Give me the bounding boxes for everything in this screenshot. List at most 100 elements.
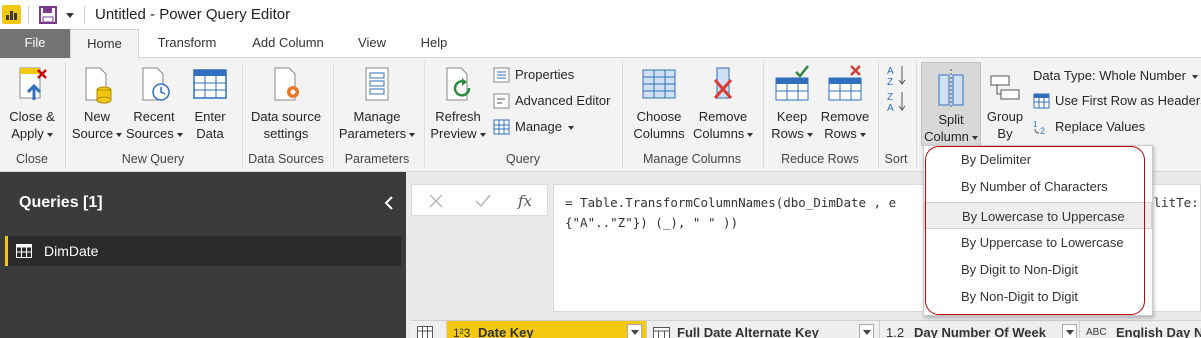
column-name: Full Date Alternate Key — [677, 325, 819, 338]
tab-transform[interactable]: Transform — [145, 29, 229, 58]
menu-item-by-number-of-characters[interactable]: By Number of Characters — [924, 173, 1152, 200]
keep-rows-button[interactable]: Keep Rows — [768, 58, 816, 150]
remove-rows-button[interactable]: Remove Rows — [818, 58, 872, 150]
group-by-label-2: By — [997, 126, 1013, 141]
group-by-icon — [990, 75, 1020, 100]
function-fx-icon[interactable]: fx — [516, 190, 536, 212]
choose-columns-button[interactable]: Choose Columns — [627, 58, 691, 150]
data-source-settings-button[interactable]: Data source settings — [247, 58, 325, 150]
column-filter-dropdown[interactable] — [859, 324, 874, 338]
keep-rows-label-2: Rows — [771, 126, 804, 141]
svg-text:A: A — [887, 103, 894, 112]
cancel-x-icon[interactable] — [428, 193, 444, 209]
menu-item-by-digit-to-non-digit[interactable]: By Digit to Non-Digit — [924, 256, 1152, 283]
menu-item-by-uppercase-to-lowercase[interactable]: By Uppercase to Lowercase — [924, 229, 1152, 256]
data-type-dropdown[interactable]: Data Type: Whole Number — [1033, 66, 1198, 86]
enter-data-button[interactable]: Enter Data — [186, 58, 234, 150]
column-header-date-key[interactable]: 1²3 Date Key — [447, 321, 647, 338]
choose-columns-label: Choose — [636, 109, 682, 124]
new-source-label-2: Source — [71, 126, 114, 141]
split-column-label-2: Column — [924, 129, 969, 144]
use-first-row-headers-button[interactable]: Use First Row as Headers — [1033, 91, 1201, 111]
manage-parameters-label-2: Parameters — [338, 126, 407, 141]
formula-line-1: = Table.TransformColumnNames(dbo_DimDate… — [565, 195, 897, 210]
close-apply-label-2: Apply — [11, 126, 44, 141]
group-label-data-sources: Data Sources — [248, 152, 324, 166]
tab-help[interactable]: Help — [410, 29, 458, 58]
type-text-icon: ABC — [1086, 327, 1107, 338]
remove-columns-label: Remove — [698, 109, 748, 124]
quick-access-dropdown-icon[interactable] — [65, 12, 75, 20]
table-header-icon — [1033, 93, 1050, 109]
column-name: English Day N — [1116, 325, 1201, 338]
remove-rows-label-2: Rows — [824, 126, 857, 141]
formula-text[interactable]: = Table.TransformColumnNames(dbo_DimDate… — [565, 193, 896, 233]
svg-text:2: 2 — [1040, 126, 1045, 135]
remove-columns-icon — [713, 67, 733, 99]
manage-parameters-label: Manage — [353, 109, 401, 124]
type-date-icon — [653, 327, 670, 338]
group-separator — [333, 62, 334, 168]
new-source-button[interactable]: New Source — [70, 58, 124, 150]
new-source-label: New — [83, 109, 110, 124]
group-label-manage-columns: Manage Columns — [643, 152, 741, 166]
type-decimal-icon: 1.2 — [886, 325, 905, 338]
save-icon[interactable] — [38, 5, 58, 25]
column-header-full-date-alternate-key[interactable]: Full Date Alternate Key — [647, 321, 880, 338]
tab-view[interactable]: View — [348, 29, 396, 58]
column-header-bar: 1²3 Date Key Full Date Alternate Key 1.2… — [411, 320, 1201, 338]
properties-icon — [493, 67, 510, 83]
remove-rows-icon — [828, 65, 862, 101]
menu-item-by-non-digit-to-digit[interactable]: By Non-Digit to Digit — [924, 283, 1152, 310]
formula-line-1-tail: plitTe: — [1146, 195, 1199, 210]
remove-rows-label: Remove — [820, 109, 870, 124]
close-apply-label: Close & — [9, 109, 55, 124]
close-apply-button[interactable]: Close & Apply — [3, 58, 61, 150]
column-header-day-number-of-week[interactable]: 1.2 Day Number Of Week — [880, 321, 1080, 338]
tab-home[interactable]: Home — [70, 29, 139, 59]
sort-ascending-icon[interactable]: A Z — [887, 64, 907, 86]
remove-columns-button[interactable]: Remove Columns — [693, 58, 754, 150]
choose-columns-label-2: Columns — [633, 126, 685, 141]
data-type-label: Data Type: Whole Number — [1033, 68, 1186, 83]
sort-descending-icon[interactable]: Z A — [887, 90, 907, 112]
menu-item-by-delimiter[interactable]: By Delimiter — [924, 146, 1152, 173]
divider — [84, 6, 85, 24]
split-column-button[interactable]: Split Column — [921, 62, 981, 146]
tab-file[interactable]: File — [0, 29, 70, 58]
refresh-preview-button[interactable]: Refresh Preview — [429, 58, 487, 150]
recent-sources-label: Recent — [133, 109, 175, 124]
menu-item-by-lowercase-to-uppercase[interactable]: By Lowercase to Uppercase — [924, 202, 1152, 229]
properties-label: Properties — [515, 67, 575, 82]
formula-controls: fx — [411, 184, 548, 216]
replace-values-icon: 12 — [1033, 120, 1045, 135]
use-first-row-label: Use First Row as Headers — [1055, 93, 1201, 108]
table-grid-icon — [193, 69, 227, 99]
formula-line-2: {"A".."Z"}) (_), " " )) — [565, 215, 739, 230]
svg-text:A: A — [887, 66, 894, 77]
column-filter-dropdown[interactable] — [1062, 324, 1077, 338]
tab-add-column[interactable]: Add Column — [240, 29, 336, 58]
recent-sources-button[interactable]: Recent Sources — [126, 58, 183, 150]
group-by-button[interactable]: Group By — [983, 58, 1027, 150]
table-icon — [16, 244, 32, 258]
split-column-icon — [938, 69, 964, 109]
group-label-query: Query — [505, 152, 541, 166]
advanced-editor-icon — [493, 93, 510, 109]
manage-parameters-button[interactable]: Manage Parameters — [337, 58, 417, 150]
collapse-chevron-left-icon[interactable] — [383, 196, 395, 210]
table-menu-icon — [417, 326, 433, 338]
refresh-preview-label: Refresh — [435, 109, 481, 124]
split-column-label-wrap: Split Column — [922, 111, 980, 145]
svg-text:Z: Z — [887, 77, 893, 86]
table-menu-button[interactable] — [411, 321, 447, 338]
choose-columns-icon — [642, 69, 676, 99]
group-label-new-query: New Query — [121, 152, 185, 166]
column-filter-dropdown[interactable] — [627, 324, 642, 338]
column-header-english-day-name[interactable]: ABC English Day N — [1080, 321, 1201, 338]
group-separator — [622, 62, 623, 168]
refresh-preview-label-2: Preview — [430, 126, 477, 141]
commit-check-icon[interactable] — [474, 193, 492, 209]
group-by-label: Group — [986, 109, 1024, 124]
column-name: Date Key — [478, 325, 534, 338]
